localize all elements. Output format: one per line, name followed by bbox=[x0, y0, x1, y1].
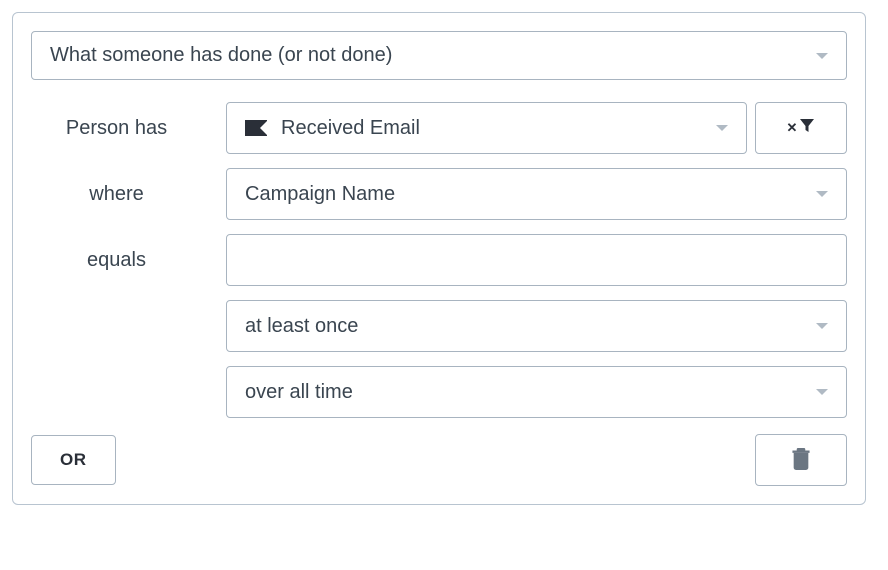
where-select[interactable]: Campaign Name bbox=[226, 168, 847, 220]
funnel-icon bbox=[799, 118, 815, 139]
chevron-down-icon bbox=[716, 125, 728, 131]
time-range-value: over all time bbox=[245, 381, 353, 404]
equals-input[interactable] bbox=[226, 234, 847, 286]
condition-card: What someone has done (or not done) Pers… bbox=[12, 12, 866, 505]
condition-type-label: What someone has done (or not done) bbox=[50, 44, 392, 67]
row-equals: equals bbox=[31, 234, 847, 286]
chevron-down-icon bbox=[816, 323, 828, 329]
chevron-down-icon bbox=[816, 389, 828, 395]
row-person-has: Person has Received Email ✕ bbox=[31, 102, 847, 154]
trash-icon bbox=[792, 448, 810, 473]
footer-row: OR bbox=[31, 434, 847, 486]
frequency-value: at least once bbox=[245, 315, 358, 338]
flag-icon bbox=[245, 120, 267, 136]
equals-label: equals bbox=[31, 249, 226, 272]
x-icon: ✕ bbox=[787, 120, 798, 136]
chevron-down-icon bbox=[816, 191, 828, 197]
frequency-select[interactable]: at least once bbox=[226, 300, 847, 352]
person-has-select[interactable]: Received Email bbox=[226, 102, 747, 154]
condition-type-dropdown[interactable]: What someone has done (or not done) bbox=[31, 31, 847, 80]
row-where: where Campaign Name bbox=[31, 168, 847, 220]
person-has-value: Received Email bbox=[281, 117, 420, 140]
time-range-select[interactable]: over all time bbox=[226, 366, 847, 418]
person-has-label: Person has bbox=[31, 117, 226, 140]
or-button[interactable]: OR bbox=[31, 435, 116, 485]
clear-filter-button[interactable]: ✕ bbox=[755, 102, 847, 154]
row-frequency: at least once bbox=[31, 300, 847, 352]
where-value: Campaign Name bbox=[245, 183, 395, 206]
row-time-range: over all time bbox=[31, 366, 847, 418]
chevron-down-icon bbox=[816, 53, 828, 59]
where-label: where bbox=[31, 183, 226, 206]
delete-button[interactable] bbox=[755, 434, 847, 486]
